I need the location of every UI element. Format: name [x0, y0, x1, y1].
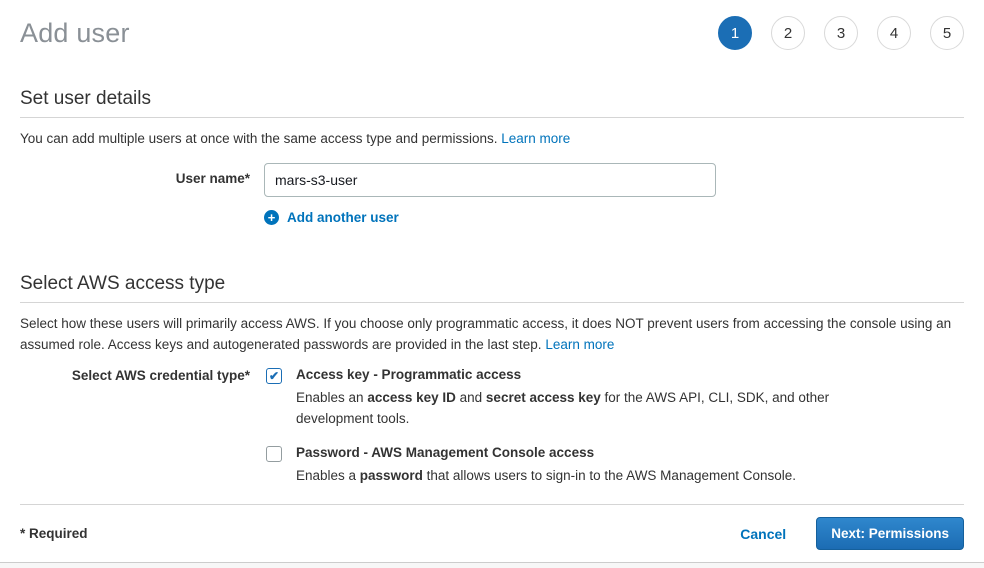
wizard-step-5[interactable]: 5: [930, 16, 964, 50]
desc-text: Enables a: [296, 468, 360, 483]
desc-bold: password: [360, 468, 423, 483]
username-input[interactable]: [264, 163, 716, 197]
required-note: * Required: [20, 526, 88, 541]
plus-circle-icon: +: [264, 210, 279, 225]
desc-text: that allows users to sign-in to the AWS …: [423, 468, 796, 483]
access-key-description: Enables an access key ID and secret acce…: [296, 387, 856, 429]
access-key-title: Access key - Programmatic access: [296, 367, 856, 382]
wizard-footer: * Required Cancel Next: Permissions: [20, 504, 964, 560]
credential-type-row: Select AWS credential type* Access key -…: [20, 367, 964, 486]
access-type-intro-text: Select how these users will primarily ac…: [20, 316, 951, 352]
section-user-details: Set user details You can add multiple us…: [20, 88, 964, 225]
add-another-user-link[interactable]: + Add another user: [264, 210, 399, 225]
access-key-checkbox[interactable]: [266, 368, 282, 384]
user-details-intro: You can add multiple users at once with …: [20, 128, 964, 149]
desc-text: Enables an: [296, 390, 367, 405]
learn-more-link-access-type[interactable]: Learn more: [545, 337, 614, 352]
user-details-intro-text: You can add multiple users at once with …: [20, 131, 501, 146]
add-another-user-label: Add another user: [287, 210, 399, 225]
next-permissions-button[interactable]: Next: Permissions: [816, 517, 964, 550]
credential-type-label: Select AWS credential type*: [20, 367, 250, 486]
page-title: Add user: [20, 18, 130, 49]
section-heading-access-type: Select AWS access type: [20, 273, 964, 303]
password-checkbox[interactable]: [266, 446, 282, 462]
learn-more-link-user-details[interactable]: Learn more: [501, 131, 570, 146]
desc-bold: access key ID: [367, 390, 456, 405]
wizard-step-2[interactable]: 2: [771, 16, 805, 50]
section-heading-user-details: Set user details: [20, 88, 964, 118]
password-title: Password - AWS Management Console access: [296, 445, 796, 460]
add-user-page: Add user 1 2 3 4 5 Set user details You …: [0, 0, 984, 560]
cancel-link[interactable]: Cancel: [740, 526, 786, 542]
wizard-steps: 1 2 3 4 5: [699, 16, 964, 50]
access-type-intro: Select how these users will primarily ac…: [20, 313, 964, 355]
username-row: User name*: [20, 163, 964, 197]
wizard-step-1[interactable]: 1: [718, 16, 752, 50]
username-label: User name*: [20, 163, 250, 197]
page-header: Add user 1 2 3 4 5: [20, 0, 964, 70]
option-password: Password - AWS Management Console access…: [266, 445, 856, 486]
desc-bold: secret access key: [486, 390, 601, 405]
option-access-key: Access key - Programmatic access Enables…: [266, 367, 856, 429]
wizard-step-3[interactable]: 3: [824, 16, 858, 50]
page-bottom-divider: [0, 562, 984, 568]
desc-text: and: [456, 390, 486, 405]
section-access-type: Select AWS access type Select how these …: [20, 273, 964, 486]
password-description: Enables a password that allows users to …: [296, 465, 796, 486]
wizard-step-4[interactable]: 4: [877, 16, 911, 50]
credential-options: Access key - Programmatic access Enables…: [266, 367, 856, 486]
